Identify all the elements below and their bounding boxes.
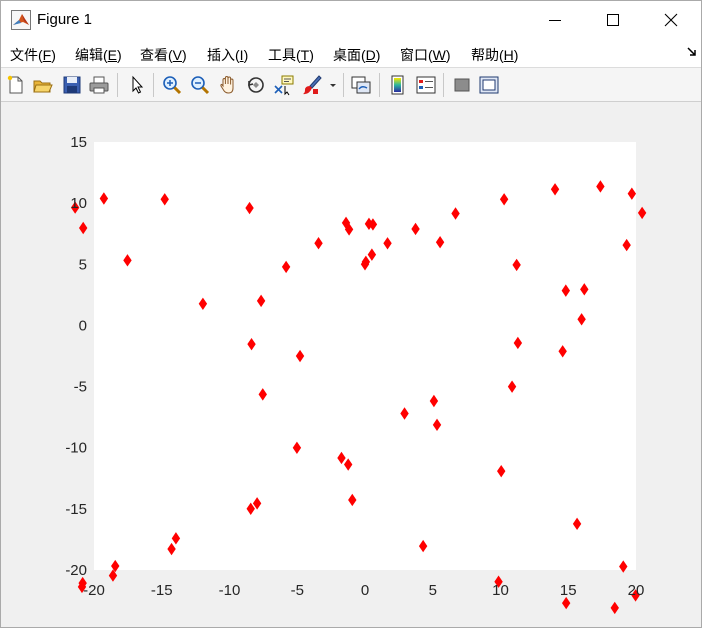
x-tick-label: 0: [361, 582, 369, 599]
edit-plot-button[interactable]: [125, 73, 149, 97]
show-plot-tools-button[interactable]: [477, 73, 501, 97]
zoom-in-icon: [163, 76, 182, 95]
link-plot-button[interactable]: [349, 73, 373, 97]
data-cursor-button[interactable]: [272, 73, 296, 97]
y-tick-label: -5: [74, 379, 87, 396]
show-plot-tools-icon: [479, 76, 499, 94]
matlab-logo-icon: [11, 10, 31, 30]
open-file-button[interactable]: [31, 73, 55, 97]
x-tick-label: -5: [291, 582, 304, 599]
open-file-icon: [33, 80, 53, 93]
insert-legend-button[interactable]: [414, 73, 438, 97]
data-point: [78, 221, 88, 235]
x-tick-label: -20: [83, 582, 105, 599]
y-axis-ticks: 15 10 5 0 -5 -10 -15 -20: [65, 134, 87, 579]
hide-plot-tools-button[interactable]: [450, 73, 474, 97]
menu-tools[interactable]: 工具(T): [268, 45, 314, 65]
save-icon: [63, 76, 81, 94]
toolbar-separator: [379, 73, 380, 97]
dock-arrow-icon[interactable]: [685, 43, 699, 59]
maximize-icon: [607, 14, 619, 26]
y-tick-label: 0: [79, 317, 87, 334]
insert-colorbar-icon: [391, 75, 404, 95]
title-bar[interactable]: Figure 1: [1, 1, 701, 39]
menu-file[interactable]: 文件(F): [10, 45, 56, 65]
insert-colorbar-button[interactable]: [386, 73, 410, 97]
figure-area: -20 -15 -10 -5 0 5 10 15 20 15 10 5 0 -5 -10 -15 -20: [1, 102, 701, 627]
close-button[interactable]: [642, 1, 700, 39]
zoom-out-icon: [191, 76, 210, 95]
toolbar-separator: [343, 73, 344, 97]
toolbar-separator: [117, 73, 118, 97]
minimize-button[interactable]: [526, 1, 584, 39]
rotate-3d-icon: [248, 77, 264, 93]
x-tick-label: 10: [492, 582, 509, 599]
insert-legend-icon: [416, 76, 436, 94]
new-figure-button[interactable]: [4, 73, 28, 97]
rotate-3d-button[interactable]: [244, 73, 268, 97]
brush-button[interactable]: [300, 73, 324, 97]
menu-edit[interactable]: 编辑(E): [75, 45, 122, 65]
save-button[interactable]: [60, 73, 84, 97]
figure-toolbar: [1, 67, 701, 102]
x-tick-label: -10: [219, 582, 241, 599]
print-button[interactable]: [87, 73, 111, 97]
brush-dropdown-button[interactable]: [326, 73, 338, 97]
brush-dropdown-icon: [330, 84, 336, 87]
y-tick-label: -10: [65, 440, 87, 457]
link-plot-icon: [351, 76, 371, 94]
x-tick-label: 15: [560, 582, 577, 599]
y-tick-label: 15: [70, 134, 87, 151]
data-cursor-icon: [274, 75, 294, 96]
close-icon: [664, 13, 678, 27]
minimize-icon: [549, 20, 561, 21]
x-tick-label: 20: [628, 582, 645, 599]
edit-plot-arrow-icon: [132, 75, 144, 94]
y-tick-label: -15: [65, 501, 87, 518]
scatter-plot[interactable]: -20 -15 -10 -5 0 5 10 15 20 15 10 5 0 -5 -10 -15 -20: [1, 102, 701, 627]
y-tick-label: 5: [79, 256, 87, 273]
maximize-button[interactable]: [584, 1, 642, 39]
data-point: [610, 601, 619, 615]
figure-window: Figure 1 文件(F) 编辑(E) 查看(V) 插入(I) 工具(T) 桌…: [0, 0, 702, 628]
menu-window[interactable]: 窗口(W): [400, 45, 451, 65]
x-axis-ticks: -20 -15 -10 -5 0 5 10 15 20: [83, 582, 644, 599]
y-tick-label: 10: [70, 195, 87, 212]
menu-desktop[interactable]: 桌面(D): [333, 45, 380, 65]
zoom-in-button[interactable]: [160, 73, 184, 97]
menu-help[interactable]: 帮助(H): [471, 45, 518, 65]
new-figure-icon: [7, 75, 23, 94]
brush-icon: [303, 75, 322, 95]
hide-plot-tools-icon: [454, 78, 470, 92]
x-tick-label: -15: [151, 582, 173, 599]
menu-view[interactable]: 查看(V): [140, 45, 187, 65]
y-tick-label: -20: [65, 562, 87, 579]
pan-button[interactable]: [216, 73, 240, 97]
menu-bar: 文件(F) 编辑(E) 查看(V) 插入(I) 工具(T) 桌面(D) 窗口(W…: [1, 39, 701, 67]
axes-background: [94, 142, 636, 570]
pan-hand-icon: [220, 75, 234, 94]
toolbar-separator: [153, 73, 154, 97]
window-title: Figure 1: [37, 11, 93, 28]
data-point: [637, 206, 647, 220]
toolbar-separator: [443, 73, 444, 97]
x-tick-label: 5: [429, 582, 437, 599]
menu-insert[interactable]: 插入(I): [207, 45, 248, 65]
print-icon: [89, 76, 109, 94]
zoom-out-button[interactable]: [188, 73, 212, 97]
